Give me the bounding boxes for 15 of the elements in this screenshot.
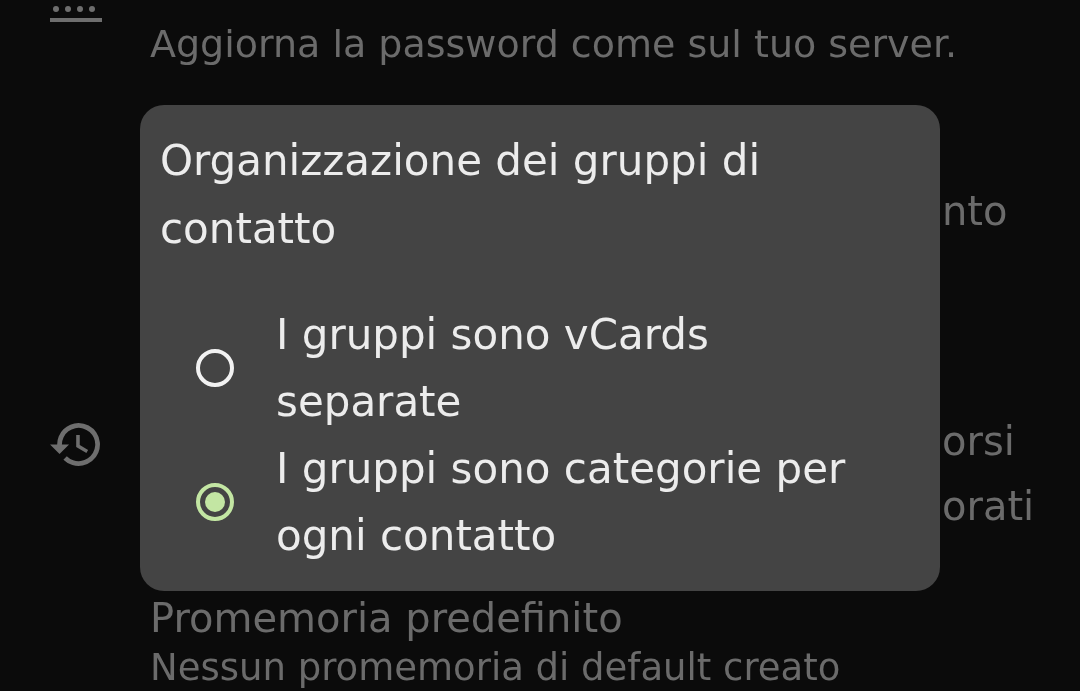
setting-text: orati (942, 482, 1035, 531)
history-icon (50, 423, 100, 466)
radio-option[interactable]: I gruppi sono categorie per ogni contatto (160, 435, 920, 569)
setting-title: Promemoria predefinito (150, 594, 624, 643)
setting-text: orsi (942, 417, 1016, 466)
radio-selected[interactable] (196, 483, 234, 521)
dialog-title: Organizzazione dei gruppi di contatto (160, 135, 762, 255)
setting-subtitle: Aggiorna la password come sul tuo server. (150, 21, 958, 68)
setting-text: nto (942, 187, 1008, 236)
setting-subtitle: Nessun promemoria di default creato (150, 645, 841, 691)
option-label: I gruppi sono vCards separate (276, 309, 710, 428)
option-label: I gruppi sono categorie per ogni contatto (276, 443, 847, 562)
radio-option[interactable]: I gruppi sono vCards separate (160, 301, 920, 435)
radio-unselected[interactable] (196, 349, 234, 387)
password-icon (50, 6, 102, 22)
